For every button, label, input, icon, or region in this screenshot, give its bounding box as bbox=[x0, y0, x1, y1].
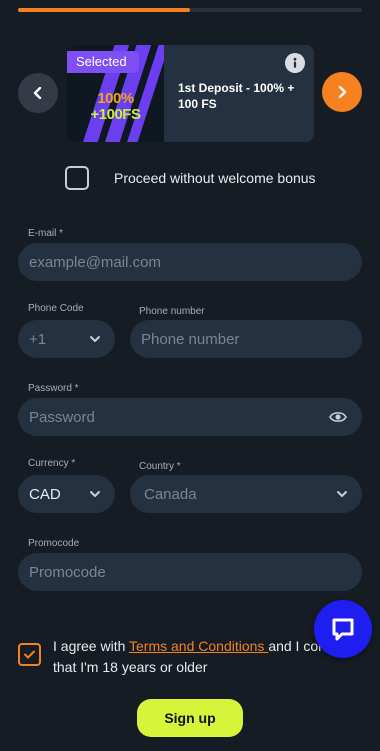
phone-code-label: Phone Code bbox=[28, 303, 84, 314]
step-progress-fill bbox=[18, 8, 190, 12]
bonus-image-line1: 100% bbox=[97, 90, 134, 107]
selected-badge: Selected bbox=[67, 51, 139, 73]
phone-number-label: Phone number bbox=[139, 306, 205, 317]
chat-icon bbox=[332, 618, 354, 641]
step-progress-bar bbox=[18, 8, 362, 12]
terms-prefix: I agree with bbox=[53, 638, 130, 654]
phone-number-input[interactable] bbox=[141, 320, 362, 358]
email-field[interactable] bbox=[18, 243, 362, 281]
bonus-card[interactable]: 100% +100FS Selected 1st Deposit - 100% … bbox=[67, 45, 314, 142]
no-bonus-checkbox[interactable] bbox=[65, 166, 89, 190]
currency-select[interactable]: CAD bbox=[18, 475, 115, 513]
phone-code-value: +1 bbox=[29, 330, 47, 348]
previous-bonus-button[interactable] bbox=[18, 73, 58, 113]
email-label: E-mail * bbox=[28, 228, 64, 239]
chat-button[interactable] bbox=[314, 600, 372, 658]
country-label: Country * bbox=[139, 461, 181, 472]
phone-code-select[interactable]: +1 bbox=[18, 320, 115, 358]
country-select[interactable]: Canada bbox=[130, 475, 362, 513]
currency-value: CAD bbox=[29, 485, 61, 503]
chevron-right-icon bbox=[338, 86, 347, 98]
promocode-field[interactable] bbox=[18, 553, 362, 591]
phone-number-field[interactable] bbox=[130, 320, 362, 358]
signup-button[interactable]: Sign up bbox=[137, 699, 243, 737]
check-icon bbox=[24, 650, 35, 659]
password-input[interactable] bbox=[29, 398, 362, 436]
terms-checkbox[interactable] bbox=[18, 643, 41, 666]
bonus-title: 1st Deposit - 100% + 100 FS bbox=[178, 81, 295, 111]
country-value: Canada bbox=[144, 485, 197, 503]
chevron-down-icon bbox=[90, 336, 100, 342]
promocode-label: Promocode bbox=[28, 538, 80, 549]
next-bonus-button[interactable] bbox=[322, 72, 362, 112]
eye-icon[interactable] bbox=[329, 410, 347, 424]
password-field[interactable] bbox=[18, 398, 362, 436]
terms-line2: that I'm 18 years or older bbox=[53, 659, 208, 675]
bonus-image-line2: +100FS bbox=[90, 106, 141, 123]
password-label: Password * bbox=[28, 383, 79, 394]
chevron-left-icon bbox=[33, 87, 42, 99]
currency-label: Currency * bbox=[28, 458, 76, 469]
terms-link[interactable]: Terms and Conditions bbox=[129, 638, 268, 654]
chevron-down-icon bbox=[337, 491, 347, 497]
promocode-input[interactable] bbox=[29, 553, 362, 591]
info-icon[interactable] bbox=[285, 53, 305, 73]
email-input[interactable] bbox=[29, 243, 362, 281]
no-bonus-label: Proceed without welcome bonus bbox=[114, 170, 316, 186]
chevron-down-icon bbox=[90, 491, 100, 497]
